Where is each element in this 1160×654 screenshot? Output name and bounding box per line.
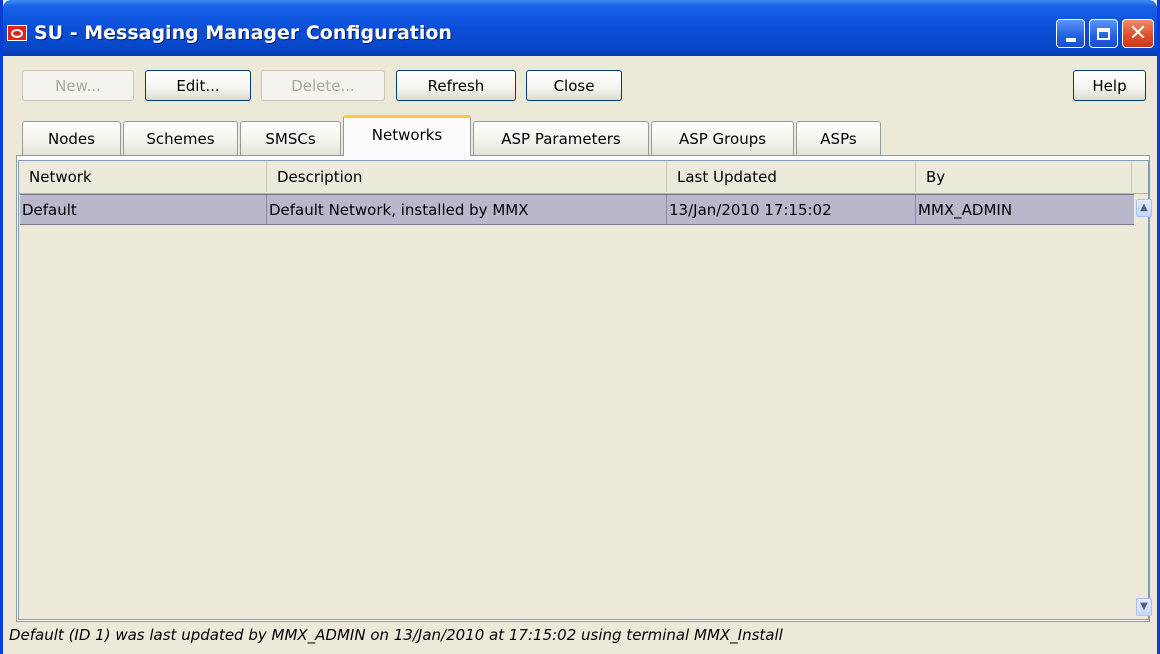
chevron-down-icon: ▼ xyxy=(1140,601,1148,612)
maximize-button[interactable] xyxy=(1089,19,1118,48)
cell-description: Default Network, installed by MMX xyxy=(267,195,667,224)
delete-button[interactable]: Delete... xyxy=(261,70,385,101)
networks-table: Network Description Last Updated By Defa… xyxy=(18,160,1152,620)
app-window: SU - Messaging Manager Configuration ✕ N… xyxy=(0,0,1160,654)
window-title: SU - Messaging Manager Configuration xyxy=(34,22,452,44)
tab-asp-groups[interactable]: ASP Groups xyxy=(651,121,794,155)
close-icon: ✕ xyxy=(1128,20,1148,46)
status-bar: Default (ID 1) was last updated by MMX_A… xyxy=(9,626,783,644)
scroll-down-button[interactable]: ▼ xyxy=(1136,598,1152,616)
cell-network: Default xyxy=(20,195,267,224)
close-button[interactable]: Close xyxy=(526,70,622,101)
table-header: Network Description Last Updated By xyxy=(19,161,1148,194)
column-header-description[interactable]: Description xyxy=(267,161,667,192)
window-close-button[interactable]: ✕ xyxy=(1122,19,1154,48)
new-button[interactable]: New... xyxy=(22,70,134,101)
tab-asps[interactable]: ASPs xyxy=(796,121,881,155)
cell-last-updated: 13/Jan/2010 17:15:02 xyxy=(667,195,916,224)
help-button[interactable]: Help xyxy=(1073,70,1146,101)
tab-smscs[interactable]: SMSCs xyxy=(240,121,341,155)
tab-asp-parameters[interactable]: ASP Parameters xyxy=(473,121,649,155)
oracle-logo-icon xyxy=(7,25,27,41)
column-header-by[interactable]: By xyxy=(916,161,1132,192)
column-header-last-updated[interactable]: Last Updated xyxy=(667,161,916,192)
edit-button[interactable]: Edit... xyxy=(145,70,251,101)
scroll-up-button[interactable]: ▲ xyxy=(1136,199,1152,217)
table-row[interactable]: Default Default Network, installed by MM… xyxy=(20,194,1134,225)
maximize-icon xyxy=(1097,27,1110,40)
column-header-network[interactable]: Network xyxy=(19,161,267,192)
title-bar[interactable]: SU - Messaging Manager Configuration ✕ xyxy=(3,0,1157,56)
refresh-button[interactable]: Refresh xyxy=(396,70,516,101)
minimize-button[interactable] xyxy=(1056,19,1085,48)
chevron-up-icon: ▲ xyxy=(1140,202,1148,213)
tab-networks[interactable]: Networks xyxy=(343,115,471,156)
tab-nodes[interactable]: Nodes xyxy=(22,121,121,155)
minimize-icon xyxy=(1065,37,1076,42)
cell-by: MMX_ADMIN xyxy=(918,200,1013,219)
tab-schemes[interactable]: Schemes xyxy=(123,121,238,155)
